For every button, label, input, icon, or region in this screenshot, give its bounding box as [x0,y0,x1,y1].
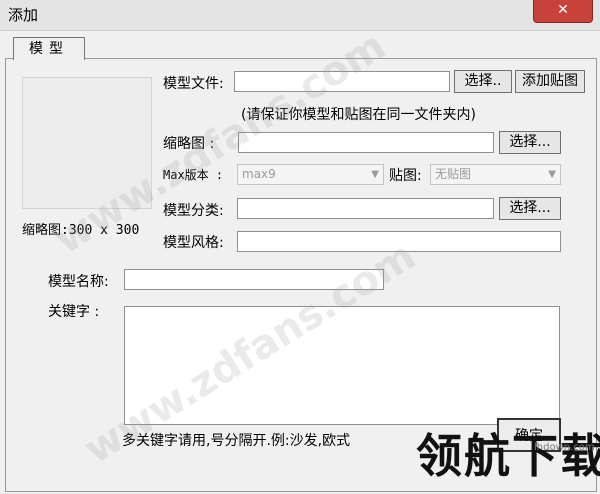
thumbnail-field-label: 缩略图 : [163,136,215,152]
category-label: 模型分类: [163,203,224,219]
style-label: 模型风格: [163,235,224,251]
model-file-input[interactable] [234,71,450,92]
thumbnail-input[interactable] [238,132,494,153]
close-button[interactable]: ✕ [533,0,593,23]
window-title: 添加 [8,6,39,24]
model-file-browse-button[interactable]: 选择.. [454,70,512,93]
max-version-select[interactable]: max9 ▼ [237,164,384,185]
site-logo: 领航下载 [416,429,600,483]
texture-value: 无贴图 [435,167,472,181]
model-file-label: 模型文件: [163,76,224,92]
max-version-label: Max版本 : [163,168,224,182]
chevron-down-icon: ▼ [371,169,379,180]
thumbnail-preview [22,77,152,209]
keywords-hint: 多关键字请用,号分隔开.例:沙发,欧式 [122,433,351,449]
same-folder-note: (请保证你模型和贴图在同一文件夹内) [241,107,476,123]
texture-select[interactable]: 无贴图 ▼ [430,164,561,185]
category-input[interactable] [237,198,494,219]
title-bar: 添加 ✕ [0,0,600,31]
max-version-value: max9 [242,167,276,181]
keywords-textarea[interactable] [124,306,560,425]
style-input[interactable] [237,231,561,252]
close-icon: ✕ [557,2,569,18]
add-texture-button[interactable]: 添加贴图 [515,70,585,93]
category-browse-button[interactable]: 选择... [499,197,561,220]
thumbnail-browse-button[interactable]: 选择... [499,131,561,154]
thumbnail-caption: 缩略图:300 x 300 [22,223,140,238]
model-name-label: 模型名称: [48,274,109,290]
tab-model[interactable]: 模型 [13,37,85,60]
keywords-label: 关键字 : [48,304,100,320]
chevron-down-icon: ▼ [548,169,556,180]
model-name-input[interactable] [124,269,384,290]
texture-label: 贴图: [389,168,422,184]
site-logo-url: lhdown.com [534,442,595,453]
